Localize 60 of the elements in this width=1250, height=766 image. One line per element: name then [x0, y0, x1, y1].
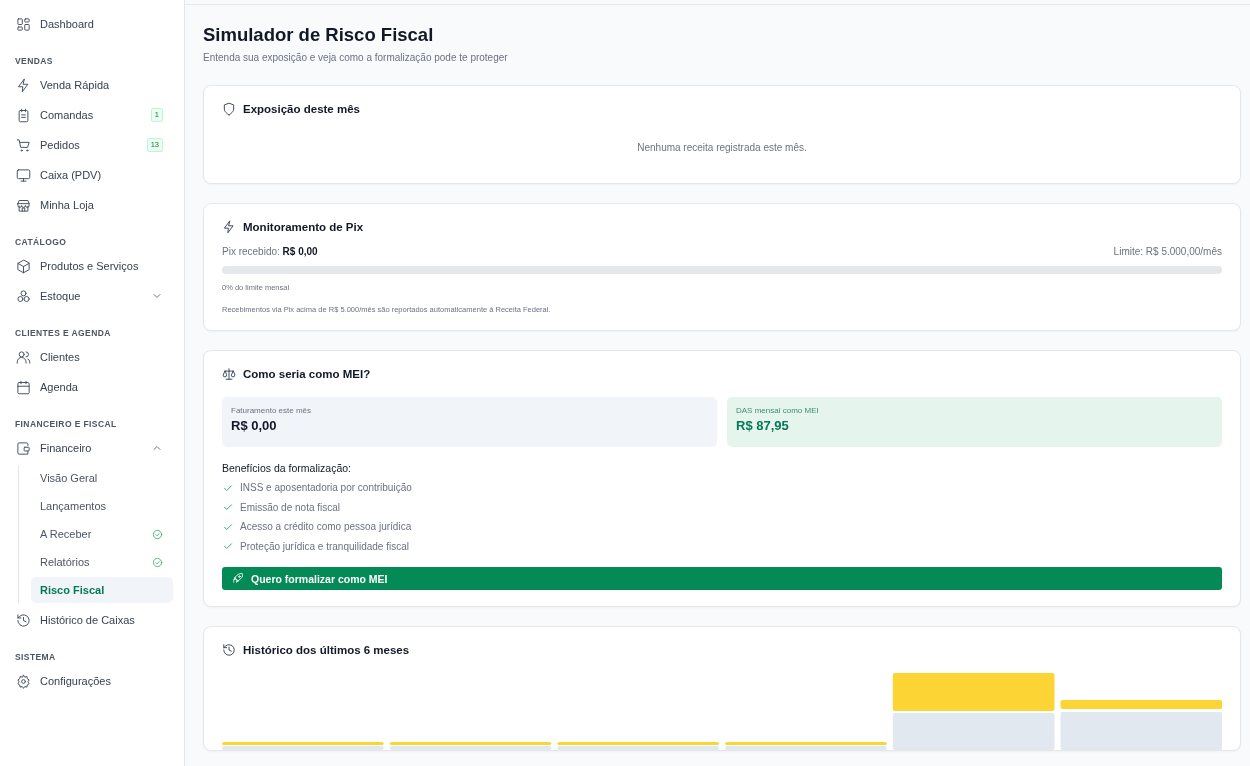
empty-message: Nenhuma receita registrada este mês. — [636, 142, 808, 153]
cube-icon — [16, 258, 31, 274]
section-heading: CATÁLOGO — [14, 236, 68, 249]
nav-subitem[interactable]: A Receber — [31, 521, 173, 547]
store-icon — [16, 197, 31, 213]
page-subtitle: Entenda sua exposição e veja como a formalização pode te proteger — [203, 52, 509, 63]
card-title: Monitoramento de Pix — [243, 221, 364, 233]
nav-item[interactable]: Histórico de Caixas — [10, 605, 173, 635]
monitor-icon — [16, 167, 31, 183]
settings-icon — [16, 673, 31, 689]
nav-subitem[interactable]: Lançamentos — [31, 493, 173, 519]
stat-value: R$ 0,00 — [231, 418, 278, 433]
clipboard-icon — [16, 107, 31, 123]
stat-value: R$ 87,95 — [736, 418, 790, 433]
benefit-text: INSS e aposentadoria por contribuição — [240, 482, 412, 494]
benefit-text: Emissão de nota fiscal — [240, 501, 341, 513]
check-circle-icon — [152, 556, 163, 568]
card-title: Exposição deste mês — [243, 103, 360, 115]
nav-item[interactable]: Agenda — [10, 372, 173, 402]
card-title: Como seria como MEI? — [243, 368, 371, 380]
formalize-button[interactable]: Quero formalizar como MEI — [222, 567, 1222, 590]
wallet-icon — [16, 440, 31, 456]
card-title: Histórico dos últimos 6 meses — [243, 644, 410, 656]
shield-icon — [222, 102, 236, 116]
benefits-heading: Benefícios da formalização: — [222, 462, 352, 474]
section-heading: VENDAS — [14, 55, 54, 68]
lightning-icon — [222, 220, 236, 234]
history-icon — [222, 643, 236, 657]
nav-item[interactable]: Estoque — [10, 281, 173, 311]
history-icon — [16, 612, 31, 628]
nav-subitem[interactable]: Relatórios — [31, 549, 173, 575]
nav-item[interactable]: Minha Loja — [10, 190, 173, 220]
grid-icon — [16, 16, 31, 32]
boxes-icon — [16, 288, 31, 304]
page-title: Simulador de Risco Fiscal — [203, 23, 435, 47]
scale-icon — [222, 367, 236, 381]
calendar-icon — [16, 379, 31, 395]
nav-item[interactable]: Dashboard — [10, 9, 173, 39]
stat-label: Faturamento este mês — [231, 406, 313, 415]
nav-item[interactable]: Venda Rápida — [10, 70, 173, 100]
cart-icon — [16, 137, 31, 153]
nav-item[interactable]: Caixa (PDV) — [10, 160, 173, 190]
nav-item[interactable]: Configurações — [10, 666, 173, 696]
check-circle-icon — [152, 528, 163, 540]
nav-item[interactable]: Produtos e Serviços — [10, 251, 173, 281]
lightning-icon — [16, 77, 31, 93]
nav-subitem[interactable]: Risco Fiscal — [31, 577, 173, 603]
limit-text: Limite: R$ 5.000,00/mês — [1113, 246, 1222, 257]
section-heading: SISTEMA — [14, 651, 57, 664]
benefit-text: Acesso a crédito como pessoa jurídica — [240, 521, 412, 533]
rocket-icon — [231, 572, 244, 585]
nav-subitem[interactable]: Visão Geral — [31, 465, 173, 491]
section-heading: CLIENTES E AGENDA — [14, 327, 112, 340]
stat-label: DAS mensal como MEI — [736, 406, 820, 415]
users-icon — [16, 349, 31, 365]
section-heading: FINANCEIRO E FISCAL — [14, 418, 118, 431]
benefit-text: Proteção jurídica e tranquilidade fiscal — [240, 540, 409, 552]
pix-received-text: Pix recebido: R$ 0,00 — [222, 246, 318, 257]
nav-item[interactable]: Clientes — [10, 342, 173, 372]
nav-item[interactable]: Financeiro — [10, 433, 173, 463]
